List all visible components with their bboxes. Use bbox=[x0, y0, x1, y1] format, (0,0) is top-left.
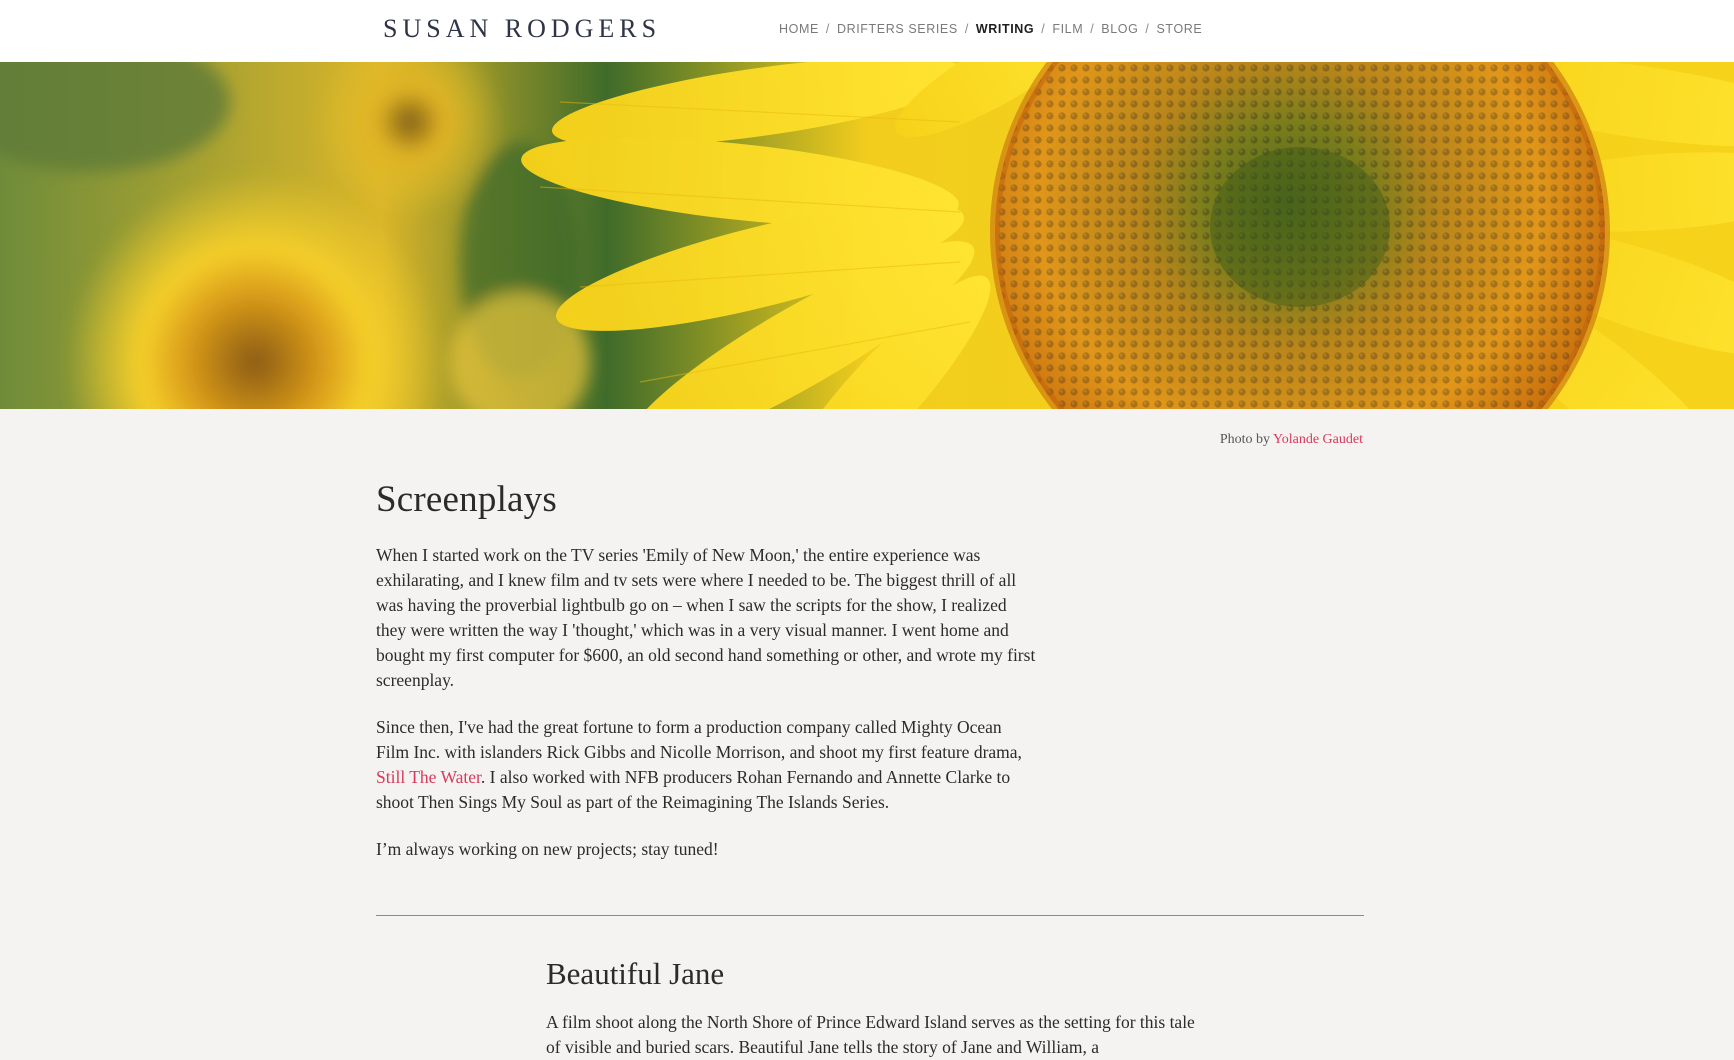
nav-separator: / bbox=[1090, 22, 1095, 36]
photo-credit: Photo by Yolande Gaudet bbox=[1220, 432, 1363, 448]
nav-item-writing[interactable]: WRITING bbox=[976, 22, 1034, 36]
photo-credit-prefix: Photo by bbox=[1219, 432, 1274, 447]
section-divider bbox=[376, 915, 1364, 916]
paragraph-text: Since then, I've had the great fortune t… bbox=[376, 717, 1022, 762]
still-the-water-link[interactable]: Still The Water bbox=[376, 767, 481, 787]
site-header: SUSAN RODGERS HOME / DRIFTERS SERIES / W… bbox=[0, 0, 1734, 63]
nav-item-store[interactable]: STORE bbox=[1157, 22, 1203, 36]
photo-credit-author-link[interactable]: Yolande Gaudet bbox=[1273, 432, 1363, 447]
main-nav: HOME / DRIFTERS SERIES / WRITING / FILM … bbox=[779, 22, 1202, 36]
page-title: Screenplays bbox=[376, 479, 557, 520]
nav-separator: / bbox=[825, 22, 830, 36]
nav-separator: / bbox=[1041, 22, 1046, 36]
nav-item-home[interactable]: HOME bbox=[779, 22, 819, 36]
screenplays-section: Screenplays When I started work on the T… bbox=[376, 470, 1036, 884]
paragraph-closing: I’m always working on new projects; stay… bbox=[376, 839, 719, 859]
site-title[interactable]: SUSAN RODGERS bbox=[383, 14, 661, 44]
beautiful-jane-section: Beautiful Jane A film shoot along the No… bbox=[546, 952, 1206, 1060]
nav-item-drifters-series[interactable]: DRIFTERS SERIES bbox=[837, 22, 958, 36]
nav-separator: / bbox=[1145, 22, 1150, 36]
paragraph-production: Since then, I've had the great fortune t… bbox=[376, 715, 1036, 815]
nav-item-blog[interactable]: BLOG bbox=[1101, 22, 1138, 36]
nav-item-film[interactable]: FILM bbox=[1052, 22, 1083, 36]
nav-separator: / bbox=[964, 22, 969, 36]
hero-sunflower-image bbox=[0, 62, 1734, 409]
beautiful-jane-description: A film shoot along the North Shore of Pr… bbox=[546, 1012, 1195, 1057]
sunflower-illustration bbox=[0, 62, 1734, 409]
beautiful-jane-title: Beautiful Jane bbox=[546, 956, 725, 991]
paragraph-intro: When I started work on the TV series 'Em… bbox=[376, 545, 1036, 690]
